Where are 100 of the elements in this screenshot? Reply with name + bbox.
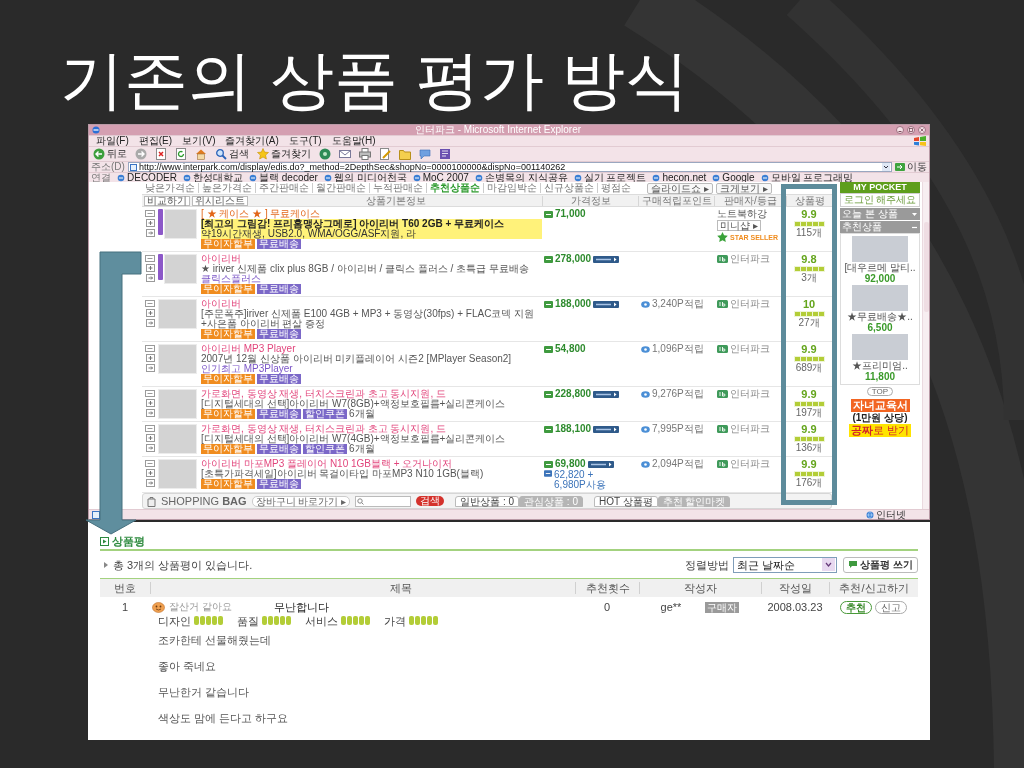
product-description[interactable]: [주문폭주]iriver 신제품 E100 4GB + MP3 + 동영상(30fps) + FLAC코덱 지원+사은품 아이리버 편살 증정: [201, 309, 542, 329]
login-link[interactable]: 로그인 해주세요: [843, 195, 917, 205]
sort-option[interactable]: 평점순: [597, 183, 634, 193]
points: 9,276P적립: [652, 389, 704, 399]
menu-item[interactable]: 도움말(H): [326, 136, 381, 146]
toolbar-button[interactable]: [438, 148, 452, 160]
favorites-link[interactable]: 실기 프로젝트: [573, 172, 647, 183]
favorites-link[interactable]: 웹의 미디어천국: [323, 172, 407, 183]
toolbar-button[interactable]: [318, 148, 332, 160]
rating-label: 품질: [237, 614, 259, 627]
bag-tab[interactable]: HOT 상품평: [593, 495, 658, 507]
favorites-link[interactable]: 블랙 decoder: [249, 172, 318, 183]
menu-item[interactable]: 즐겨찾기(A): [220, 136, 284, 146]
toolbar-button[interactable]: [174, 148, 188, 160]
report-button[interactable]: 신고: [875, 600, 907, 614]
price-tag-icon: [544, 470, 553, 477]
sort-option[interactable]: 주간판매순: [255, 183, 312, 193]
column-header: 추천횟수: [575, 582, 639, 594]
sort-option[interactable]: 추천상품순: [426, 183, 483, 193]
rating-score: 9.9: [801, 424, 817, 435]
review-text: 색상도 맘에 든다고 하구요: [158, 711, 290, 726]
product-description[interactable]: [디지털세대의 선택]아이리버 W7(8GB)+액정보호필름+실리콘케이스: [201, 399, 542, 409]
favorites-link[interactable]: 모바일 프로그래밍: [760, 172, 854, 183]
sort-option[interactable]: 신규상품순: [540, 183, 597, 193]
column-header: 제목: [150, 582, 575, 594]
sort-option[interactable]: 누적판매순: [369, 183, 426, 193]
favorites-link[interactable]: 한성대학교: [183, 172, 243, 183]
sort-option[interactable]: 월간판매순: [312, 183, 369, 193]
recommend-button[interactable]: 추천: [840, 600, 872, 614]
toolbar-button[interactable]: [154, 148, 168, 160]
toolbar-button[interactable]: [134, 148, 148, 160]
product-description[interactable]: [초특가파격세일]아이리버 목걸이타입 마포MP3 N10 1GB(블랙): [201, 469, 542, 479]
product-description[interactable]: ★ iriver 신제품 clix plus 8GB / 아이리버 / 클릭스 플러스 / 초특급 무료배송: [201, 264, 542, 274]
sort-option[interactable]: 마감임박순: [483, 183, 540, 193]
search-field[interactable]: [355, 495, 412, 507]
bag-tab[interactable]: 일반상품 : 0: [455, 495, 520, 507]
compare-tag-icon: [145, 390, 155, 397]
write-review-button[interactable]: 상품평 쓰기: [843, 556, 918, 573]
product-title[interactable]: [ ★ 케이스 ★ ] 무료케이스: [201, 209, 542, 219]
go-button[interactable]: 이동: [895, 162, 927, 172]
sort-option[interactable]: 높은가격순: [198, 183, 255, 193]
review-count: 136개: [795, 443, 823, 453]
product-description[interactable]: [최고의 그림감! 프리홈맹상그메로] 아이리버 T60 2GB + 무료케이스: [201, 219, 542, 229]
minimize-button[interactable]: [896, 126, 904, 134]
toolbar-button[interactable]: [398, 148, 412, 160]
menu-item[interactable]: 도구(T): [283, 136, 327, 146]
menu-item[interactable]: 파일(F): [91, 136, 134, 146]
menu-item[interactable]: 보기(V): [177, 136, 221, 146]
product-title[interactable]: 아이리버 MP3 Player: [201, 344, 542, 354]
product-description[interactable]: 2007년 12월 신상품 아이리버 미키플레이어 시즌2 [MPlayer Season2]: [201, 354, 542, 364]
cart-link[interactable]: 장바구니 바로가기 ▸: [251, 495, 351, 507]
favorites-link[interactable]: 손병목의 지식공유: [474, 172, 568, 183]
product-title[interactable]: 가로화면, 동영상 재생, 터치스크린과 초고 동시지원, 드: [201, 389, 542, 399]
seller-name: 인터파크: [730, 344, 770, 354]
toolbar-button[interactable]: [358, 148, 372, 160]
buyer-badge: 구매자: [705, 601, 740, 613]
toolbar-button[interactable]: 검색: [214, 148, 250, 160]
menu-item[interactable]: 편집(E): [133, 136, 178, 146]
top-button[interactable]: TOP: [866, 387, 894, 396]
toolbar-button[interactable]: 즐겨찾기: [256, 148, 312, 160]
favorites-link[interactable]: Google: [712, 172, 755, 183]
favorites-link[interactable]: hecon.net: [652, 172, 707, 183]
product-link[interactable]: 인기최고 MP3Player: [201, 364, 542, 374]
badge: 할인쿠폰: [303, 444, 347, 454]
product-description[interactable]: [디지털세대의 선택]아이리버 W7(4GB)+액정보호필름+실리콘케이스: [201, 434, 542, 444]
globe-icon: [866, 510, 874, 519]
toolbar-button[interactable]: [418, 148, 432, 160]
close-button[interactable]: [918, 126, 926, 134]
review-title[interactable]: 무난합니다: [273, 601, 329, 613]
product-name[interactable]: ★무료배송★..: [847, 312, 913, 322]
favorites-link[interactable]: DECODER: [117, 172, 177, 183]
table-action-button[interactable]: 비교하기: [144, 195, 190, 206]
view-button[interactable]: 슬라이드쇼 ▸: [647, 182, 714, 194]
scrollbar-thumb[interactable]: [923, 222, 929, 312]
scrollbar[interactable]: [922, 182, 929, 509]
sort-option[interactable]: 낮은가격순: [142, 183, 198, 193]
sort-select[interactable]: 최근 날짜순: [733, 556, 838, 573]
badge: 무이자할부: [201, 239, 255, 249]
table-action-button[interactable]: 위시리스트: [192, 195, 248, 206]
maximize-button[interactable]: [907, 126, 915, 134]
toolbar-button[interactable]: [194, 148, 208, 160]
product-title[interactable]: 아이리버: [201, 254, 542, 264]
product-name[interactable]: [대우르메 말티..: [844, 263, 916, 273]
price-tag-icon: [544, 425, 553, 433]
favorites-link[interactable]: MoC 2007: [412, 172, 469, 183]
product-title[interactable]: 아이리버: [201, 299, 542, 309]
view-button[interactable]: 크게보기 ▸: [716, 182, 772, 194]
product-title[interactable]: 아이리버 마포MP3 플레이어 N10 1GB블랙 + 오거나이저: [201, 459, 542, 469]
product-detail: 약19시간재생, USB2.0, WMA/OGG/ASF지원, 라: [201, 229, 542, 239]
toolbar-button[interactable]: [338, 148, 352, 160]
mini-shop-button[interactable]: 미니샵 ▸: [717, 220, 761, 231]
product-title[interactable]: 가로화면, 동영상 재생, 터치스크린과 초고 동시지원, 드: [201, 424, 542, 434]
toolbar-button[interactable]: 뒤로: [92, 148, 128, 160]
product-link[interactable]: 클릭스플러스: [201, 274, 542, 284]
toolbar-button[interactable]: [378, 148, 392, 160]
search-button[interactable]: 검색: [416, 496, 445, 506]
sort-label: 정렬방법: [685, 558, 730, 571]
play-box-icon: [100, 536, 109, 546]
ad-offer[interactable]: 공짜로 받기: [848, 424, 912, 437]
product-name[interactable]: ★프리미엄..: [852, 361, 908, 371]
